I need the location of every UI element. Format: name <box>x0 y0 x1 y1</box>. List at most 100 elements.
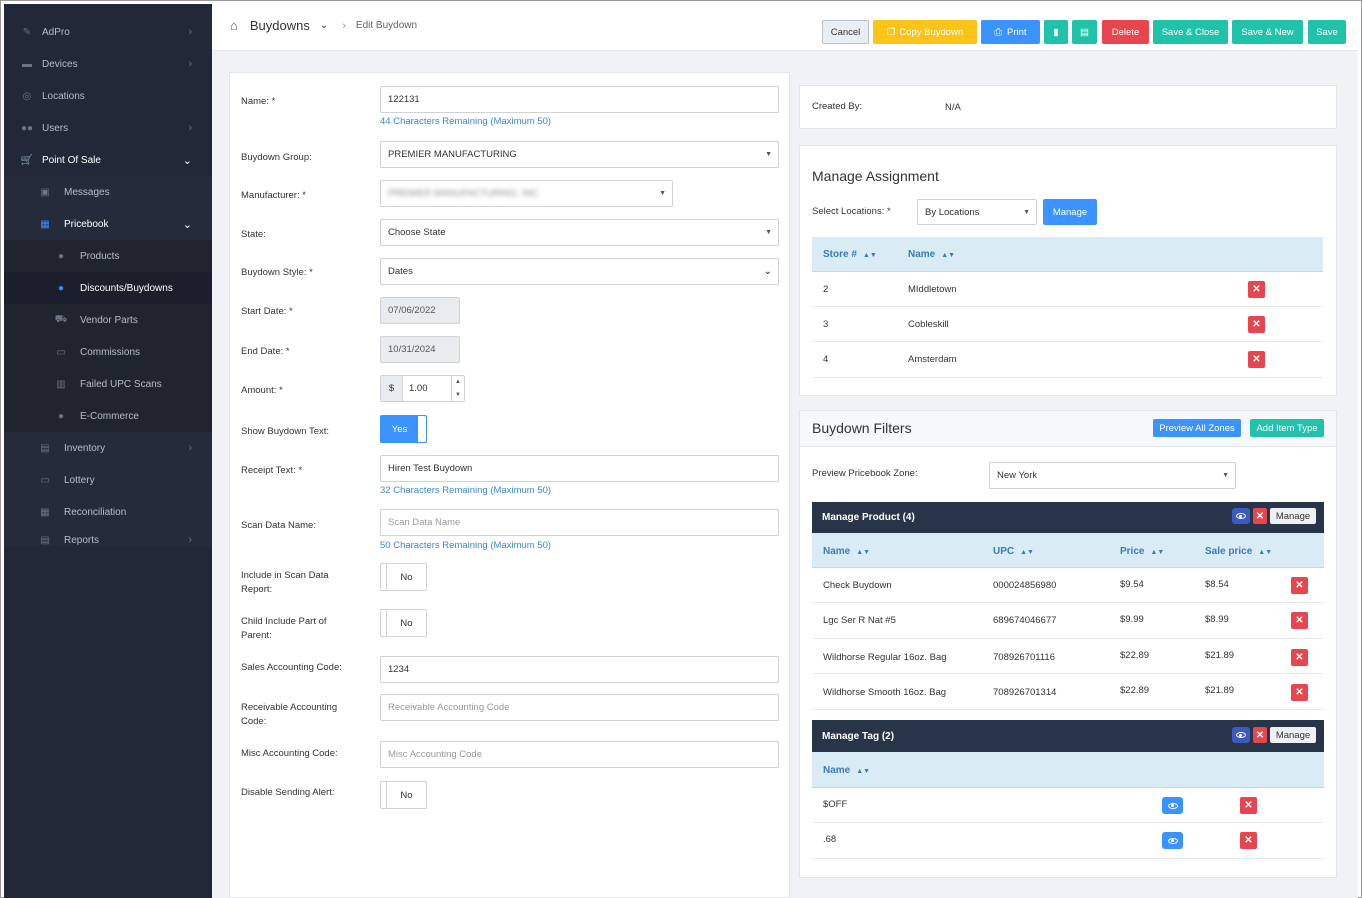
remove-tag-button[interactable]: ✕ <box>1240 797 1257 814</box>
remove-product-button[interactable]: ✕ <box>1291 612 1308 629</box>
start-date-input[interactable]: 07/06/2022 <box>380 297 460 324</box>
sidebar-item-inventory[interactable]: ▤ Inventory › <box>4 432 212 464</box>
child-include-toggle[interactable]: No <box>380 609 427 637</box>
sidebar-item-locations[interactable]: ◎ Locations <box>4 80 212 112</box>
export-pdf-button[interactable]: ▮ <box>1044 20 1068 44</box>
buydown-style-select[interactable]: Dates ⌄ <box>380 258 779 285</box>
manufacturer-value: PREMIER MANUFACTURING, INC <box>388 188 539 199</box>
caret-up-icon[interactable]: ▲ <box>455 379 461 385</box>
table-row: Wildhorse Regular 16oz. Bag 708926701116 $… <box>812 639 1324 674</box>
remove-tag-button[interactable]: ✕ <box>1240 832 1257 849</box>
sales-accounting-code-input[interactable]: 1234 <box>380 656 779 683</box>
receipt-chars-remaining: 32 Characters Remaining (Maximum 50) <box>380 485 552 496</box>
preview-all-zones-button[interactable]: Preview All Zones <box>1153 419 1241 437</box>
manage-products-button[interactable]: Manage <box>1270 508 1316 524</box>
tag-icon: ⌂ <box>230 18 238 33</box>
cancel-button[interactable]: Cancel <box>822 20 869 44</box>
chevron-right-icon: › <box>188 58 192 70</box>
product-name: Lgc Ser R Nat #5 <box>823 615 896 626</box>
column-header-upc[interactable]: UPC ▲▼ <box>993 546 1034 557</box>
export-doc-button[interactable]: ▤ <box>1072 20 1097 44</box>
sidebar-item-lottery[interactable]: ▭ Lottery <box>4 464 212 496</box>
discount-icon: ● <box>57 282 65 294</box>
table-row: 2 MIddletown ✕ <box>812 272 1323 307</box>
remove-product-button[interactable]: ✕ <box>1291 649 1308 666</box>
include-scan-data-toggle[interactable]: No <box>380 563 427 591</box>
eye-icon <box>1236 732 1246 738</box>
toggle-knob <box>418 416 426 442</box>
column-header-store[interactable]: Store # ▲▼ <box>823 249 877 260</box>
sidebar-item-users[interactable]: ●● Users › <box>4 112 212 144</box>
show-buydown-text-toggle[interactable]: Yes <box>380 415 427 443</box>
view-tag-button[interactable] <box>1162 832 1183 849</box>
column-header-name[interactable]: Name ▲▼ <box>823 765 870 776</box>
remove-location-button[interactable]: ✕ <box>1248 351 1265 368</box>
sidebar-item-label: Lottery <box>64 474 95 486</box>
sidebar-item-devices[interactable]: ▬ Devices › <box>4 48 212 80</box>
remove-product-button[interactable]: ✕ <box>1291 684 1308 701</box>
device-icon: ▬ <box>22 58 32 70</box>
view-products-button[interactable] <box>1232 508 1250 524</box>
column-header-label: Store # <box>823 249 857 260</box>
manage-tag-title: Manage Tag (2) <box>822 731 895 742</box>
page-title[interactable]: Buydowns <box>250 18 310 33</box>
manage-tag-header: Manage Tag (2) ✕ Manage <box>812 720 1324 752</box>
copy-buydown-button[interactable]: ❐ Copy Buydown <box>873 20 977 44</box>
column-header-name[interactable]: Name ▲▼ <box>908 249 955 260</box>
column-header-sale-price[interactable]: Sale price ▲▼ <box>1205 546 1272 557</box>
sidebar-item-messages[interactable]: ▣ Messages <box>4 176 212 208</box>
sidebar-item-reports[interactable]: ▤ Reports › <box>4 528 212 546</box>
state-select[interactable]: Choose State ▼ <box>380 219 779 246</box>
sort-icon: ▲▼ <box>856 768 871 775</box>
sidebar-item-e-commerce[interactable]: ● E-Commerce <box>4 400 212 432</box>
print-label: Print <box>1007 26 1027 38</box>
sidebar-item-point-of-sale[interactable]: 🛒 Point Of Sale ⌄ <box>4 144 212 176</box>
end-date-input[interactable]: 10/31/2024 <box>380 336 460 363</box>
clear-products-button[interactable]: ✕ <box>1253 508 1267 524</box>
sidebar-item-pricebook[interactable]: ▦ Pricebook ⌄ <box>4 208 212 240</box>
delete-button[interactable]: Delete <box>1102 20 1149 44</box>
sidebar-item-adpro[interactable]: ✎ AdPro › <box>4 16 212 48</box>
stepper-arrows[interactable]: ▲ ▼ <box>451 376 464 401</box>
product-price: $22.89 <box>1120 650 1150 661</box>
clear-tags-button[interactable]: ✕ <box>1253 727 1267 743</box>
select-locations-dropdown[interactable]: By Locations ▼ <box>917 199 1037 225</box>
add-item-type-button[interactable]: Add Item Type <box>1250 419 1324 437</box>
amount-stepper[interactable]: $ 1.00 ▲ ▼ <box>380 375 465 402</box>
sidebar-item-discounts-buydowns[interactable]: ● Discounts/Buydowns <box>4 272 212 304</box>
column-header-price[interactable]: Price ▲▼ <box>1120 546 1164 557</box>
buydown-style-value: Dates <box>388 266 413 277</box>
save-close-button[interactable]: Save & Close <box>1153 20 1228 44</box>
misc-accounting-code-input[interactable]: Misc Accounting Code <box>380 741 779 768</box>
caret-down-icon[interactable]: ▼ <box>455 392 461 398</box>
manufacturer-select[interactable]: PREMIER MANUFACTURING, INC ▼ <box>380 180 673 207</box>
buydown-group-select[interactable]: PREMIER MANUFACTURING ▼ <box>380 141 779 168</box>
sidebar-item-products[interactable]: ● Products <box>4 240 212 272</box>
sidebar-item-label: Locations <box>42 90 85 102</box>
manage-locations-button[interactable]: Manage <box>1043 199 1097 225</box>
sidebar-item-reconciliation[interactable]: ▦ Reconciliation <box>4 496 212 528</box>
sidebar-item-vendor-parts[interactable]: ⛟ Vendor Parts <box>4 304 212 336</box>
remove-location-button[interactable]: ✕ <box>1248 316 1265 333</box>
print-button[interactable]: ⎙ Print <box>981 20 1040 44</box>
manage-tags-button[interactable]: Manage <box>1270 727 1316 743</box>
view-tags-button[interactable] <box>1232 727 1250 743</box>
sidebar-item-failed-upc-scans[interactable]: ▥ Failed UPC Scans <box>4 368 212 400</box>
column-header-name[interactable]: Name ▲▼ <box>823 546 870 557</box>
scan-data-name-input[interactable]: Scan Data Name <box>380 509 779 536</box>
save-new-button[interactable]: Save & New <box>1232 20 1303 44</box>
receipt-text-input[interactable]: Hiren Test Buydown <box>380 455 779 482</box>
name-input[interactable]: 122131 <box>380 86 779 113</box>
remove-location-button[interactable]: ✕ <box>1248 281 1265 298</box>
column-header-label: Sale price <box>1205 546 1253 557</box>
remove-product-button[interactable]: ✕ <box>1291 577 1308 594</box>
preview-zone-select[interactable]: New York ▼ <box>989 462 1236 489</box>
view-tag-button[interactable] <box>1162 797 1183 814</box>
sidebar-item-commissions[interactable]: ▭ Commissions <box>4 336 212 368</box>
chevron-down-icon[interactable]: ⌄ <box>320 20 328 31</box>
table-row: 3 Cobleskill ✕ <box>812 307 1323 342</box>
product-name: Check Buydown <box>823 580 892 591</box>
disable-sending-alert-toggle[interactable]: No <box>380 781 427 809</box>
save-button[interactable]: Save <box>1308 20 1346 44</box>
receivable-accounting-code-input[interactable]: Receivable Accounting Code <box>380 694 779 721</box>
